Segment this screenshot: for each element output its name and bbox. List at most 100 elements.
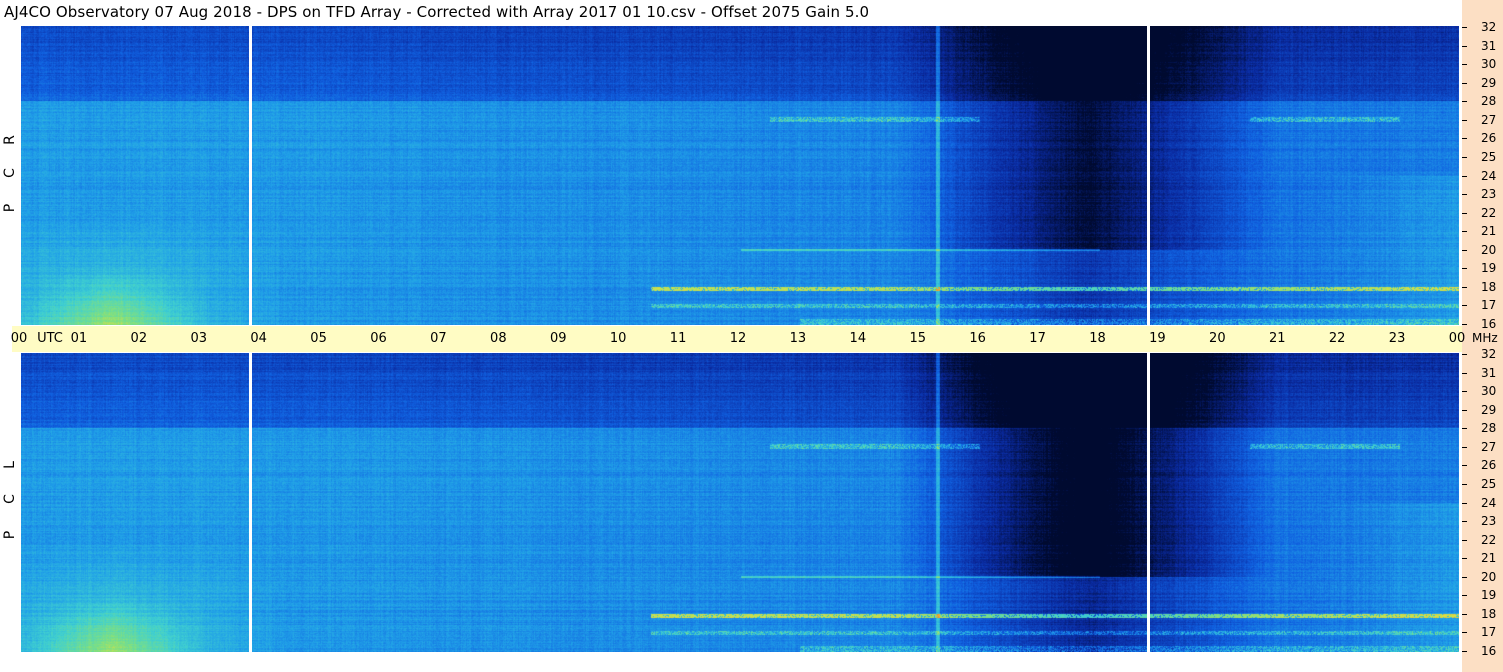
frequency-tick-label: 31 bbox=[1481, 38, 1497, 53]
frequency-tick bbox=[1462, 576, 1467, 578]
data-gap-line bbox=[1147, 26, 1151, 325]
utc-tick-label: 15 bbox=[909, 331, 927, 346]
frequency-tick-label: 24 bbox=[1481, 495, 1497, 510]
frequency-tick bbox=[1462, 502, 1467, 504]
frequency-tick-label: 20 bbox=[1481, 569, 1497, 584]
frequency-tick-label: 21 bbox=[1481, 551, 1497, 566]
frequency-tick bbox=[1462, 305, 1467, 307]
frequency-tick-label: 23 bbox=[1481, 187, 1497, 202]
polarization-letter: P bbox=[2, 203, 18, 213]
utc-tick-label: 01 bbox=[70, 331, 88, 346]
frequency-tick-label: 16 bbox=[1481, 317, 1497, 331]
frequency-tick-label: 30 bbox=[1481, 384, 1497, 399]
frequency-tick bbox=[1462, 409, 1467, 411]
utc-tick-label: 07 bbox=[430, 331, 447, 346]
utc-tick-label: 03 bbox=[190, 331, 208, 346]
frequency-tick-label: 19 bbox=[1481, 261, 1497, 276]
utc-tick-label: 10 bbox=[609, 331, 627, 346]
frequency-tick bbox=[1462, 539, 1467, 541]
frequency-tick-label: 32 bbox=[1481, 347, 1497, 361]
frequency-tick-label: 32 bbox=[1481, 20, 1497, 34]
frequency-tick-label: 18 bbox=[1481, 606, 1497, 621]
utc-tick-label: 11 bbox=[669, 331, 687, 346]
frequency-tick-label: 26 bbox=[1481, 458, 1497, 473]
frequency-tick bbox=[1462, 101, 1467, 103]
utc-tick-label: 05 bbox=[310, 331, 327, 346]
frequency-tick bbox=[1462, 521, 1467, 523]
frequency-tick-label: 21 bbox=[1481, 224, 1497, 239]
utc-tick-label: 12 bbox=[729, 331, 747, 346]
frequency-tick-label: 23 bbox=[1481, 514, 1497, 529]
frequency-tick bbox=[1462, 64, 1467, 66]
lcp-heatmap-canvas bbox=[21, 353, 1459, 652]
frequency-tick bbox=[1462, 119, 1467, 121]
utc-tick-label: 14 bbox=[849, 331, 867, 346]
utc-tick-label: 00 bbox=[1448, 331, 1466, 346]
frequency-tick-label: 29 bbox=[1481, 402, 1497, 417]
frequency-tick-label: 25 bbox=[1481, 149, 1497, 164]
data-gap-line bbox=[1147, 353, 1151, 652]
frequency-tick-label: 24 bbox=[1481, 168, 1497, 183]
utc-tick-label: 08 bbox=[490, 331, 507, 346]
utc-time-axis: 00 01 02 03 04 05 06 07 08 09 10 11 12 13 14 15 16 17 18 19… bbox=[11, 326, 1465, 352]
frequency-tick-label: 29 bbox=[1481, 75, 1497, 90]
utc-tick-label: 17 bbox=[1029, 331, 1046, 346]
utc-tick-label: 04 bbox=[250, 331, 267, 346]
mhz-unit-label: MHz bbox=[1472, 331, 1498, 345]
frequency-tick bbox=[1462, 156, 1467, 158]
frequency-tick-label: 17 bbox=[1481, 298, 1497, 313]
frequency-tick bbox=[1462, 465, 1467, 467]
utc-unit-label: UTC bbox=[37, 331, 63, 346]
frequency-tick bbox=[1462, 27, 1467, 28]
frequency-tick-label: 28 bbox=[1481, 94, 1497, 109]
frequency-tick-label: 18 bbox=[1481, 279, 1497, 294]
frequency-tick-label: 28 bbox=[1481, 421, 1497, 436]
frequency-tick bbox=[1462, 286, 1467, 288]
utc-tick-label: 13 bbox=[789, 331, 807, 346]
frequency-tick-label: 17 bbox=[1481, 625, 1497, 640]
frequency-tick bbox=[1462, 231, 1467, 233]
frequency-tick bbox=[1462, 194, 1467, 196]
frequency-tick bbox=[1462, 249, 1467, 251]
utc-tick-label: 23 bbox=[1388, 331, 1406, 346]
polarization-letter: C bbox=[2, 494, 18, 504]
frequency-tick bbox=[1462, 372, 1467, 374]
polarization-letter: P bbox=[2, 530, 18, 540]
frequency-tick bbox=[1462, 138, 1467, 140]
frequency-tick bbox=[1462, 45, 1467, 47]
frequency-tick bbox=[1462, 483, 1467, 485]
data-gap-line bbox=[248, 353, 252, 652]
frequency-tick-label: 19 bbox=[1481, 588, 1497, 603]
frequency-tick bbox=[1462, 175, 1467, 177]
frequency-tick-label: 30 bbox=[1481, 57, 1497, 72]
lcp-spectrogram bbox=[21, 353, 1459, 652]
frequency-tick bbox=[1462, 324, 1467, 325]
frequency-tick-label: 31 bbox=[1481, 365, 1497, 380]
frequency-tick bbox=[1462, 595, 1467, 597]
frequency-tick bbox=[1462, 82, 1467, 84]
utc-tick-label: 02 bbox=[130, 331, 148, 346]
frequency-tick-label: 22 bbox=[1481, 532, 1497, 547]
data-gap-line bbox=[248, 26, 252, 325]
polarization-letter: R bbox=[2, 135, 18, 145]
frequency-tick bbox=[1462, 613, 1467, 615]
utc-tick-label: 22 bbox=[1328, 331, 1346, 346]
frequency-tick bbox=[1462, 212, 1467, 214]
utc-tick-label: 19 bbox=[1149, 331, 1166, 346]
frequency-tick bbox=[1462, 651, 1467, 652]
utc-tick-label: 09 bbox=[549, 331, 567, 346]
utc-tick-label: 18 bbox=[1089, 331, 1106, 346]
rcp-spectrogram bbox=[21, 26, 1459, 325]
rcp-heatmap-canvas bbox=[21, 26, 1459, 325]
frequency-tick bbox=[1462, 354, 1467, 355]
frequency-tick-label: 20 bbox=[1481, 242, 1497, 257]
frequency-tick-label: 27 bbox=[1481, 112, 1497, 127]
utc-tick-label: 21 bbox=[1268, 331, 1286, 346]
frequency-tick-label: 22 bbox=[1481, 205, 1497, 220]
frequency-tick-label: 16 bbox=[1481, 644, 1497, 658]
frequency-tick bbox=[1462, 558, 1467, 560]
frequency-tick-label: 27 bbox=[1481, 439, 1497, 454]
frequency-tick bbox=[1462, 391, 1467, 393]
frequency-tick-label: 25 bbox=[1481, 476, 1497, 491]
chart-title: AJ4CO Observatory 07 Aug 2018 - DPS on T… bbox=[4, 3, 870, 21]
